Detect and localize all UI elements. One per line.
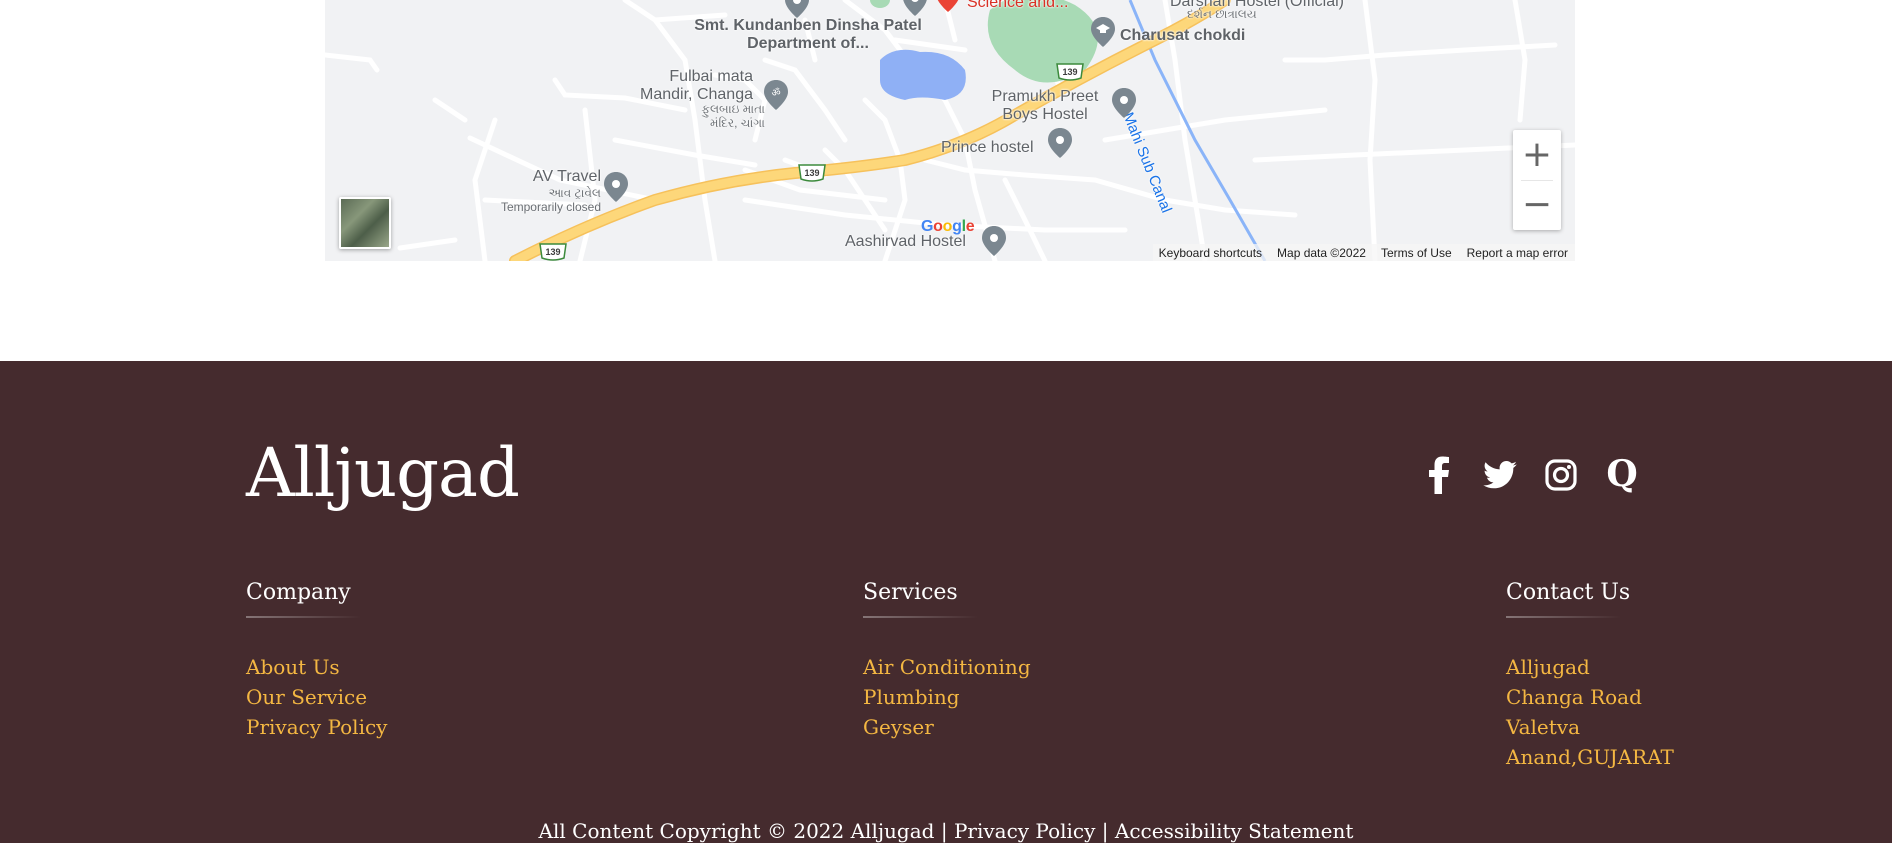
zoom-divider [1521,180,1553,181]
satellite-view-toggle[interactable] [339,197,391,249]
university-pin-icon[interactable] [1091,17,1115,47]
map-label-fulbai-mata[interactable]: Fulbai mata Mandir, Changa [625,68,753,104]
services-heading: Services [863,580,958,605]
map-attribution-bar: Keyboard shortcuts Map data ©2022 Terms … [1152,244,1575,261]
map-label-fulbai-mata-gu: ફુલબાઇ માતા મંદિર, ચાંગા [701,102,765,130]
temple-pin-icon[interactable]: ॐ [764,80,788,110]
footer-brand[interactable]: Alljugad [246,433,520,513]
contact-line: Alljugad [1506,655,1590,679]
route-shield-text: 139 [1062,67,1077,77]
company-links: About Us Our Service Privacy Policy [246,652,387,742]
company-heading-underline [246,616,361,618]
zoom-control: + − [1513,130,1561,230]
map-label-charusat-chokdi[interactable]: Charusat chokdi [1120,27,1245,45]
google-logo[interactable]: Google [921,218,975,236]
instagram-icon[interactable] [1542,455,1580,495]
copyright-separator: | [1101,819,1109,843]
copyright-bar: All Content Copyright © 2022 Alljugad | … [0,819,1892,843]
contact-heading-underline [1506,616,1621,618]
map-label-kundanben[interactable]: Smt. Kundanben Dinsha Patel Department o… [693,17,923,53]
map-pin-icon[interactable] [1048,128,1072,158]
keyboard-shortcuts-link[interactable]: Keyboard shortcuts [1159,246,1262,260]
selected-location-pin-icon[interactable] [936,0,960,12]
accessibility-statement-link[interactable]: Accessibility Statement [1115,819,1354,843]
quora-icon[interactable]: Q [1603,455,1641,495]
zoom-out-button[interactable]: − [1513,180,1561,230]
plumbing-link[interactable]: Plumbing [863,682,1031,712]
footer-privacy-policy-link[interactable]: Privacy Policy [954,819,1095,843]
map-pin-icon[interactable] [604,172,628,202]
contact-line: Anand,GUJARAT [1506,745,1674,769]
map-label-darshan-hostel-gu: દર્શન છાત્રાલય [1187,7,1257,21]
contact-heading: Contact Us [1506,580,1631,605]
svg-text:ॐ: ॐ [771,87,780,99]
site-footer: Alljugad Q Company About Us Our Service … [0,361,1892,843]
privacy-policy-link[interactable]: Privacy Policy [246,712,387,742]
services-heading-underline [863,616,978,618]
map-label-av-travel[interactable]: AV Travel [525,168,601,186]
terms-of-use-link[interactable]: Terms of Use [1381,246,1452,260]
map-pin-icon[interactable] [903,0,927,16]
air-conditioning-link[interactable]: Air Conditioning [863,652,1031,682]
map-label-prince-hostel[interactable]: Prince hostel [941,139,1034,157]
route-shield-text: 139 [545,247,560,257]
our-service-link[interactable]: Our Service [246,682,387,712]
copyright-separator: | [940,819,948,843]
svg-text:Q: Q [1606,456,1637,494]
map-data-text: Map data ©2022 [1277,245,1366,260]
map-label-temporarily-closed: Temporarily closed [500,200,601,214]
company-heading: Company [246,580,351,605]
map-pin-icon[interactable] [1112,88,1136,118]
facebook-icon[interactable] [1420,455,1458,495]
services-links: Air Conditioning Plumbing Geyser [863,652,1031,742]
map-label-pramukh-preet[interactable]: Pramukh Preet Boys Hostel [990,88,1100,124]
map-label-av-travel-gu: આવ ટ્રાવેલ [548,186,601,200]
report-map-error-link[interactable]: Report a map error [1467,246,1568,260]
copyright-text: All Content Copyright © 2022 Alljugad [538,819,935,843]
contact-details: Alljugad Changa Road Valetva Anand,GUJAR… [1506,652,1674,772]
route-shield-text: 139 [804,168,819,178]
zoom-in-button[interactable]: + [1513,130,1561,180]
map-pin-icon[interactable] [785,0,809,18]
embedded-map[interactable]: 139 139 139 Science and... Darshan Hoste… [325,0,1575,261]
twitter-icon[interactable] [1481,455,1519,495]
map-pin-icon[interactable] [982,226,1006,256]
geyser-link[interactable]: Geyser [863,712,1031,742]
contact-line: Valetva [1506,715,1581,739]
about-us-link[interactable]: About Us [246,652,387,682]
contact-line: Changa Road [1506,685,1642,709]
map-label-science[interactable]: Science and... [967,0,1068,12]
